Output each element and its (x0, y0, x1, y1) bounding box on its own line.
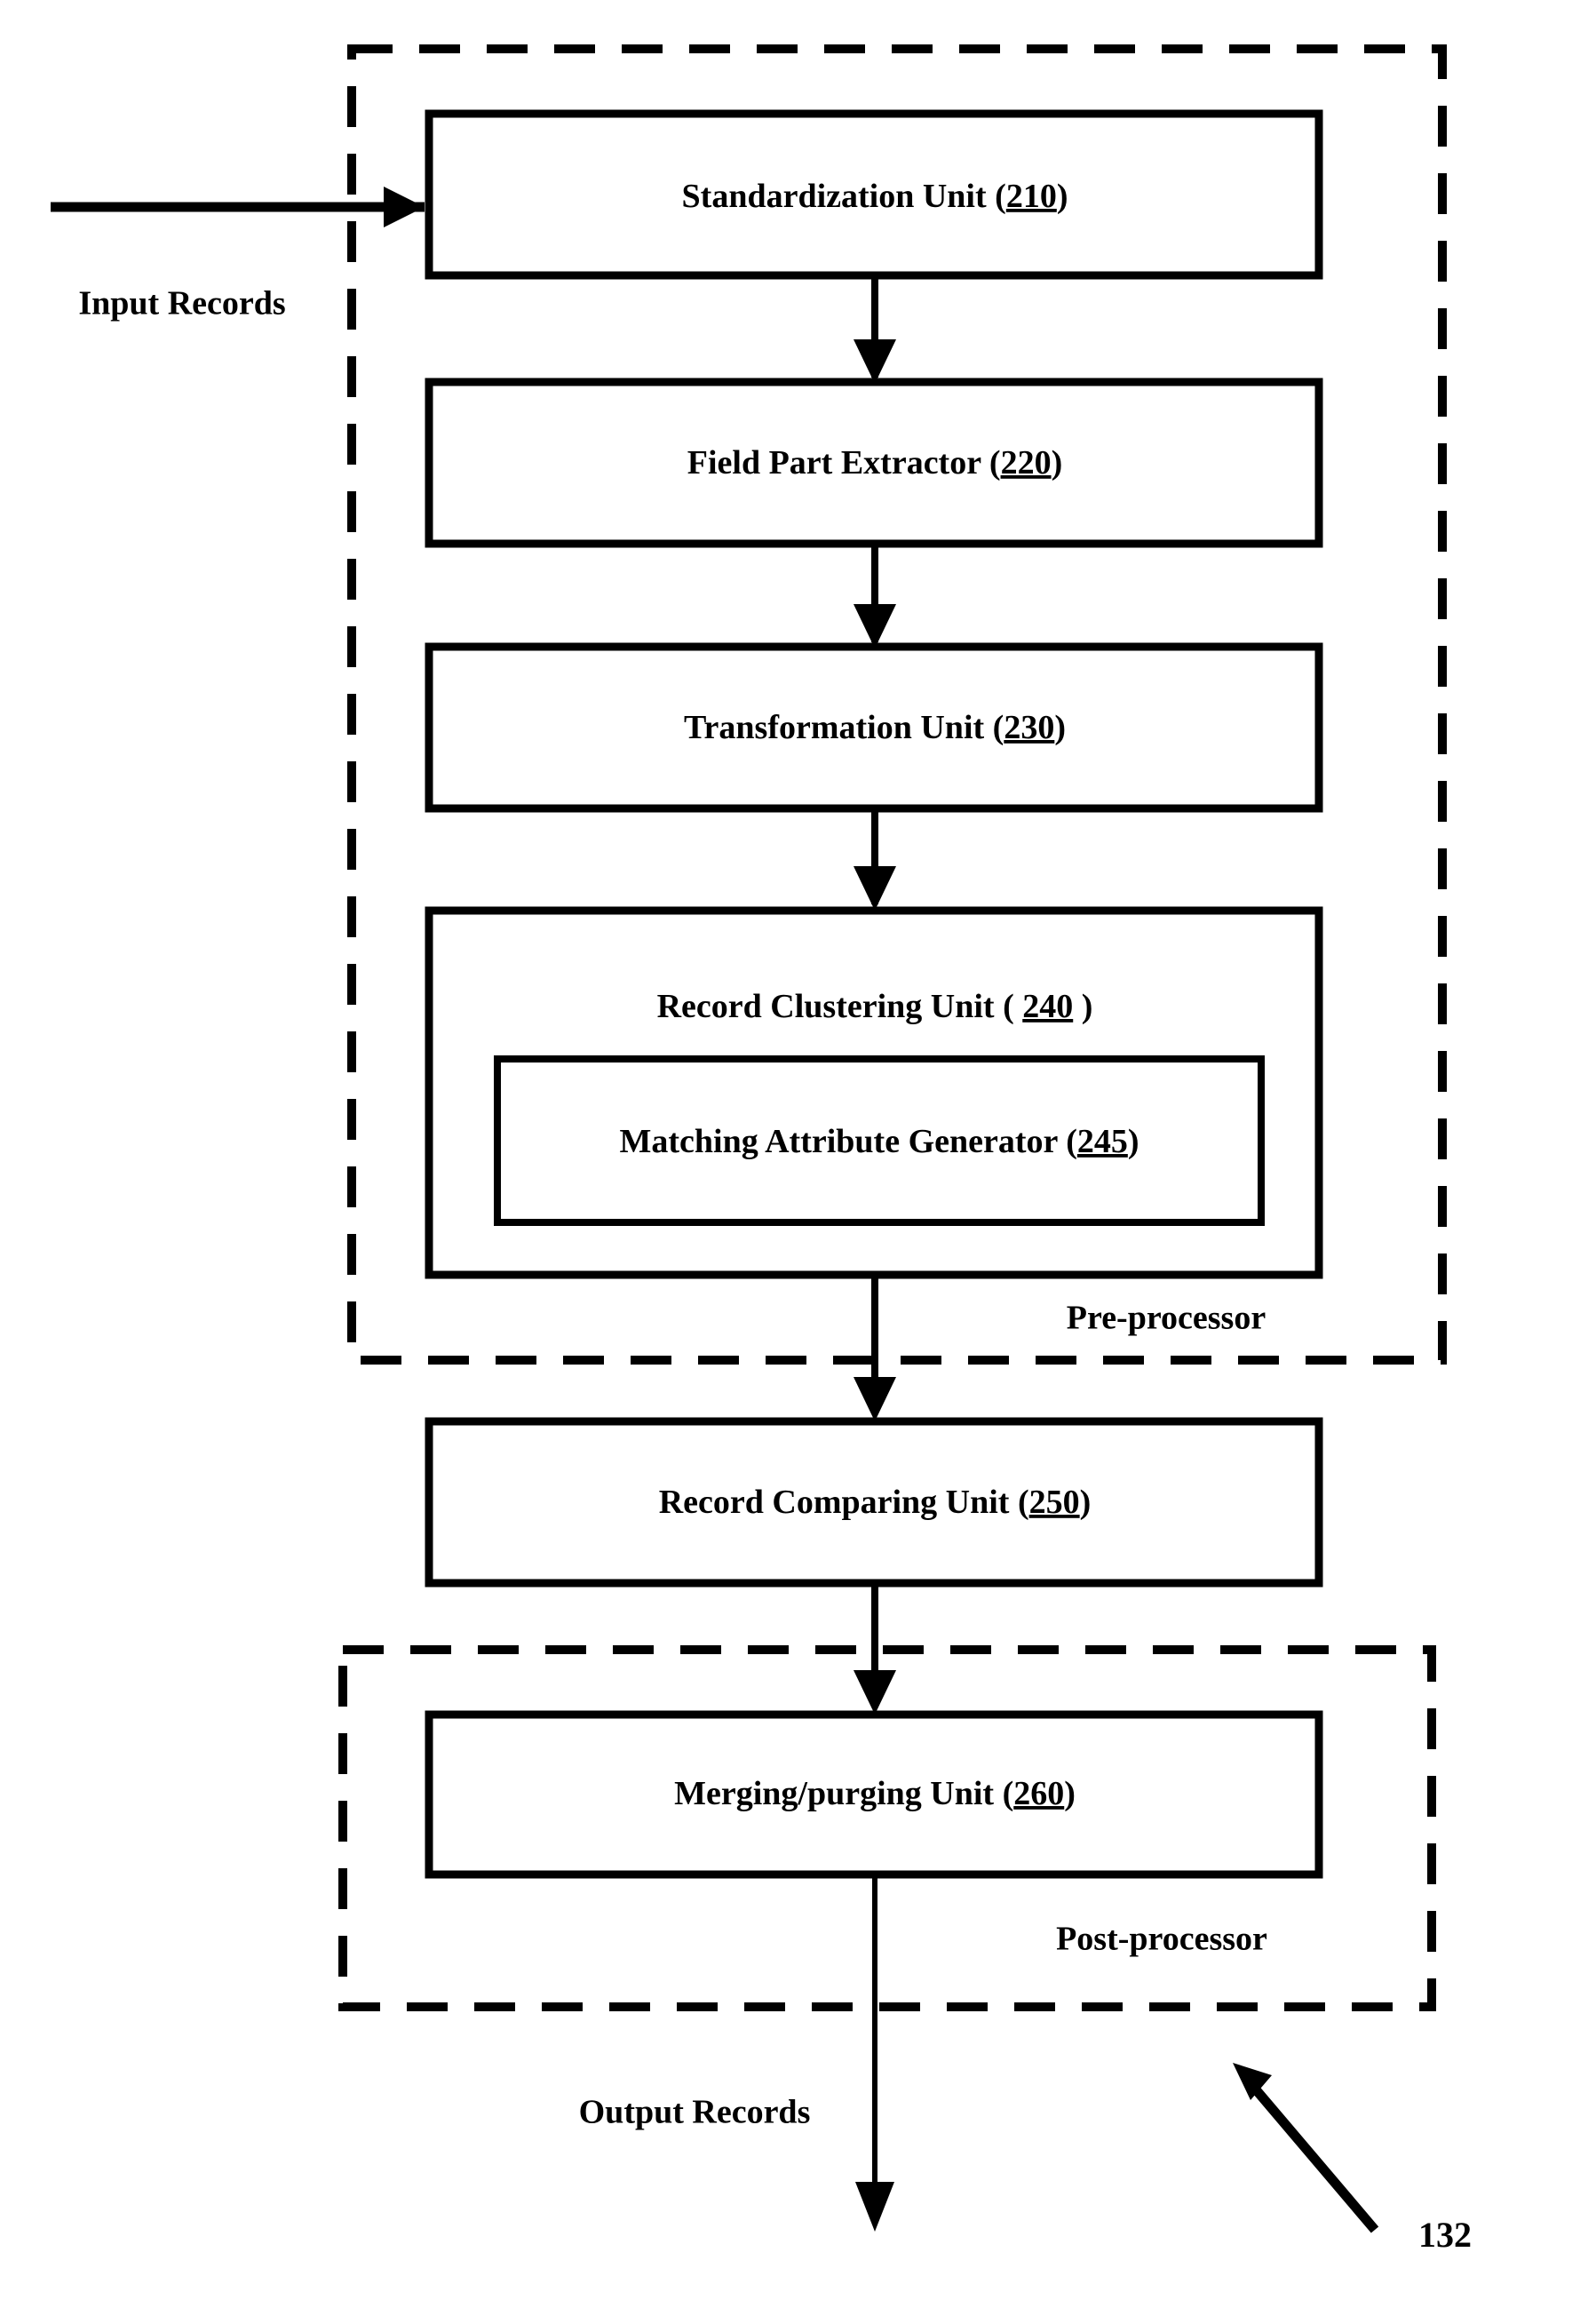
unit-label-field-part-extractor: Field Part Extractor (220) (687, 444, 1062, 481)
figure-canvas: Standardization Unit (210) Field Part Ex… (51, 44, 1472, 2255)
unit-label-standardization-unit: Standardization Unit (210) (682, 178, 1068, 215)
group-label-post-processor: Post-processor (1056, 1921, 1267, 1958)
unit-label-matching-attribute-generator: Matching Attribute Generator (245) (619, 1123, 1139, 1160)
ref-leader-line-132 (1241, 2073, 1379, 2233)
figure-reference-numeral: 132 (1418, 2215, 1472, 2255)
unit-label-record-clustering-unit: Record Clustering Unit ( 240 ) (657, 988, 1093, 1025)
arrow-head-transformation-to-record-clustering (854, 866, 896, 911)
arrow-head-input (384, 187, 425, 227)
arrow-head-record-clustering-to-record-comparing (854, 1377, 896, 1421)
arrow-head-record-comparing-to-merging-purging (854, 1670, 896, 1715)
unit-label-transformation-unit: Transformation Unit (230) (684, 709, 1066, 746)
group-label-pre-processor: Pre-processor (1067, 1300, 1266, 1337)
flow-label-input-records: Input Records (78, 285, 285, 322)
arrow-head-field-part-to-transformation (854, 604, 896, 649)
unit-label-merging-purging-unit: Merging/purging Unit (260) (674, 1775, 1076, 1812)
arrow-head-output (855, 2182, 894, 2232)
flow-label-output-records: Output Records (579, 2094, 811, 2131)
unit-label-record-comparing-unit: Record Comparing Unit (250) (659, 1484, 1092, 1521)
arrow-head-standardization-to-field-part (854, 339, 896, 384)
patent-figure: Standardization Unit (210) Field Part Ex… (0, 0, 1596, 2308)
